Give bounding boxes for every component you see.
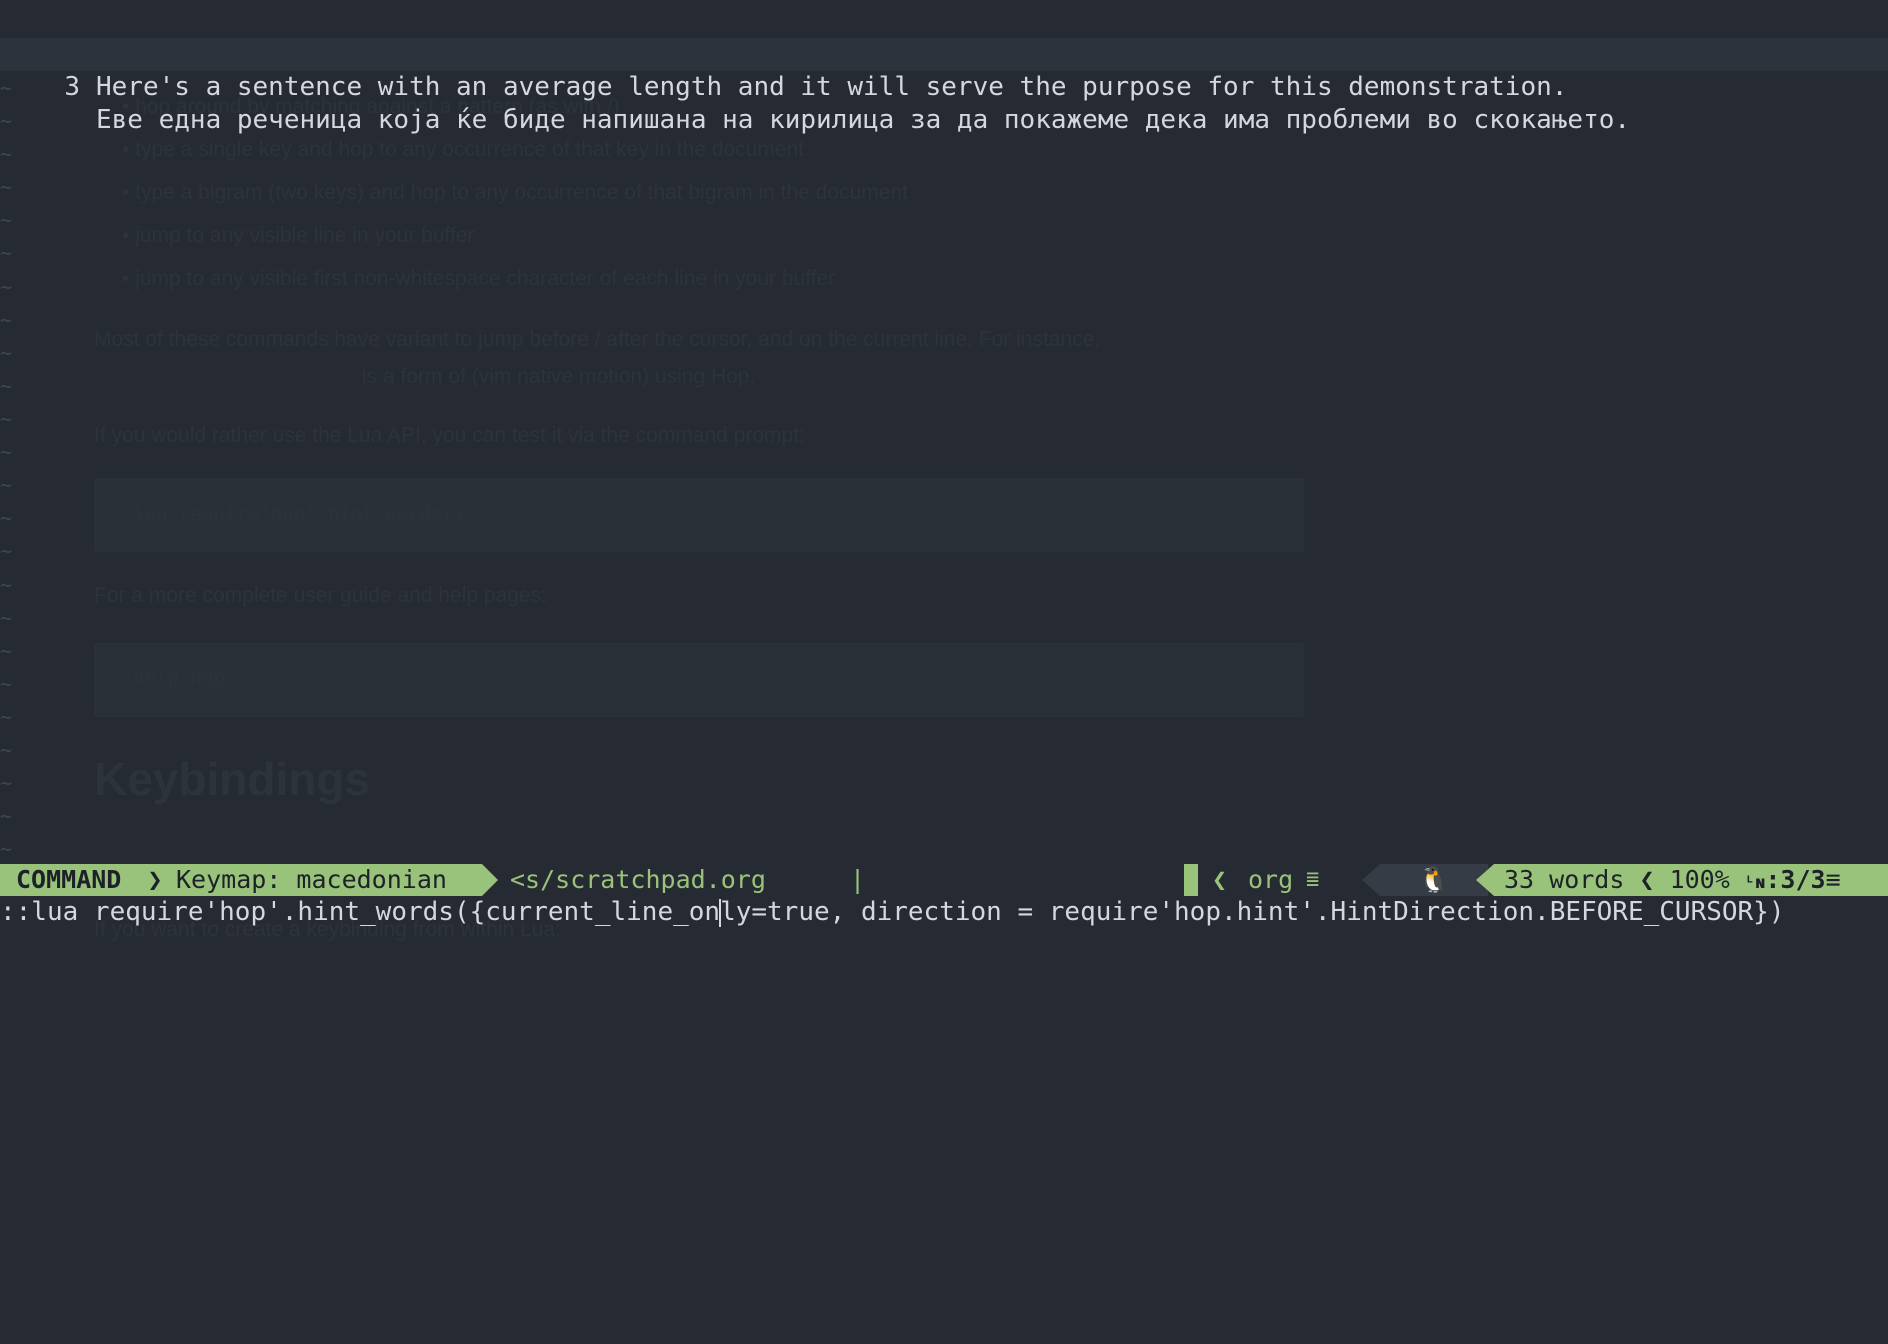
word-count: 33 words (1504, 865, 1625, 894)
empty-line-tilde: ~ (0, 539, 13, 563)
empty-line-tilde: ~ (0, 440, 13, 464)
command-text-before-cursor[interactable]: ::lua require'hop'.hint_words({current_l… (0, 897, 720, 927)
empty-line-tilde: ~ (0, 407, 13, 431)
separator-chevron-icon: ❯ (146, 864, 164, 896)
lines-icon: ≡ (1825, 865, 1841, 894)
ghost-bullet-4: • jump to any visible line in your buffe… (122, 224, 475, 247)
empty-line-tilde: ~ (0, 837, 13, 861)
mode-indicator: COMMAND (0, 864, 146, 896)
mode-block (1184, 864, 1198, 896)
empty-line-tilde: ~ (0, 672, 13, 696)
background-preview: • hop around by matching against a patte… (0, 0, 1888, 946)
chevron-left-icon: ❮ (1212, 865, 1228, 894)
empty-line-tilde: ~ (0, 275, 13, 299)
empty-line-tilde: ~ (0, 573, 13, 597)
empty-line-tilde: ~ (0, 705, 13, 729)
empty-line-tilde: ~ (0, 374, 13, 398)
ghost-paragraph-1a: Most of these commands have variant to j… (94, 328, 1101, 351)
ghost-code-block-2 (94, 643, 1304, 717)
keymap-indicator: Keymap: macedonian (164, 864, 482, 896)
empty-line-tilde: ~ (0, 241, 13, 265)
empty-line-tilde: ~ (0, 804, 13, 828)
penguin-icon: 🐧 (1380, 864, 1488, 896)
ghost-code-2: :help hop (122, 667, 225, 689)
ghost-bullet-3: • type a bigram (two keys) and hop to an… (122, 181, 908, 204)
line-number-icon: ᴸɴ (1744, 873, 1766, 893)
empty-line-tilde: ~ (0, 175, 13, 199)
ghost-bullet-5: • jump to any visible first non-whitespa… (122, 267, 836, 290)
separator-arrow-left-icon-2 (1476, 864, 1494, 896)
empty-line-tilde: ~ (0, 738, 13, 762)
ghost-code-1: :lua require'hop'.hint_words() (122, 503, 466, 525)
cursor-position: :3/3 (1765, 865, 1826, 894)
empty-line-tilde: ~ (0, 208, 13, 232)
empty-line-tilde: ~ (0, 308, 13, 332)
separator-arrow-left-icon (1362, 864, 1380, 896)
line-text-1[interactable]: Here's a sentence with an average length… (96, 71, 1567, 104)
ghost-paragraph-3: For a more complete user guide and help … (94, 584, 547, 607)
statusline: COMMAND ❯ Keymap: macedonian <s/scratchp… (0, 864, 1888, 896)
divider-bar: | (850, 865, 866, 894)
ghost-paragraph-1b: is a form of (vim native motion) using H… (362, 365, 756, 388)
buffer-line-current[interactable]: 3 Еве една реченица која ќе биде напишан… (0, 38, 1888, 135)
separator-arrow-icon (482, 864, 498, 896)
filetype-lines-icon: ≣ (1306, 867, 1320, 892)
status-right: 33 words ❮ 100% ᴸɴ:3/3≡ (1494, 864, 1888, 896)
empty-line-tilde: ~ (0, 506, 13, 530)
empty-line-tilde: ~ (0, 109, 13, 133)
file-name: <s/scratchpad.org (510, 865, 766, 894)
scroll-percent: 100% (1669, 865, 1730, 894)
buffer-line-1[interactable]: 1 Here's a sentence with an average leng… (0, 5, 1888, 102)
empty-line-tilde: ~ (0, 473, 13, 497)
empty-line-tilde: ~ (0, 142, 13, 166)
line-text-current[interactable]: Еве една реченица која ќе биде напишана … (96, 104, 1630, 137)
ghost-bullet-2: • type a single key and hop to any occur… (122, 138, 805, 161)
empty-line-tilde: ~ (0, 771, 13, 795)
command-text-after-cursor[interactable]: ly=true, direction = require'hop.hint'.H… (720, 897, 1784, 927)
empty-line-tilde: ~ (0, 76, 13, 100)
empty-line-tilde: ~ (0, 639, 13, 663)
filetype: org (1248, 865, 1294, 894)
ghost-paragraph-2: If you would rather use the Lua API, you… (94, 424, 805, 447)
ghost-heading: Keybindings (94, 753, 371, 805)
command-line[interactable]: ::lua require'hop'.hint_words({current_l… (0, 896, 1888, 929)
empty-line-tilde: ~ (0, 341, 13, 365)
empty-line-tilde: ~ (0, 606, 13, 630)
